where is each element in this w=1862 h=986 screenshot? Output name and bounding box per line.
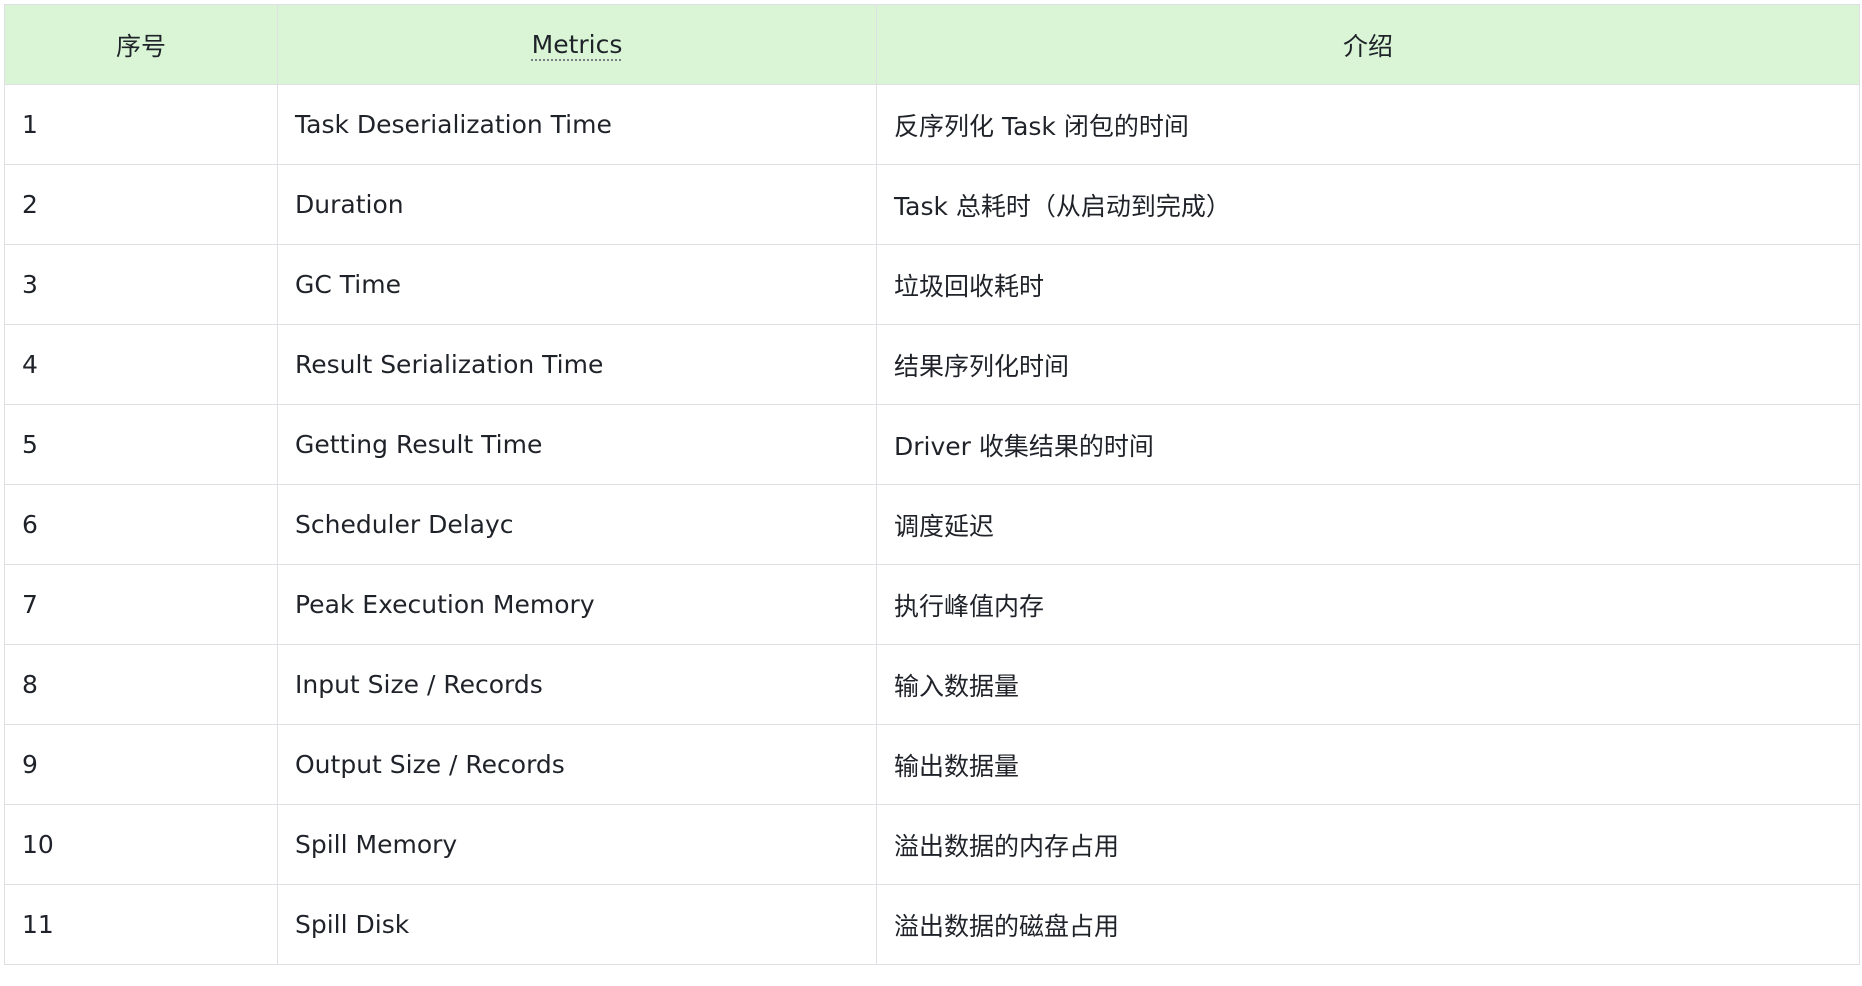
row-metric: Output Size / Records — [277, 724, 877, 805]
header-row: 序号 Metrics 介绍 — [4, 4, 1860, 85]
metrics-table: 序号 Metrics 介绍 1 Task Deserialization Tim… — [4, 4, 1860, 965]
row-description: 溢出数据的磁盘占用 — [876, 884, 1860, 965]
row-metric: Task Deserialization Time — [277, 84, 877, 165]
table-row: 1 Task Deserialization Time 反序列化 Task 闭包… — [4, 84, 1860, 165]
row-metric: Peak Execution Memory — [277, 564, 877, 645]
table-row: 2 Duration Task 总耗时（从启动到完成） — [4, 164, 1860, 245]
row-index: 9 — [4, 724, 278, 805]
row-index: 11 — [4, 884, 278, 965]
row-index: 2 — [4, 164, 278, 245]
row-description: 结果序列化时间 — [876, 324, 1860, 405]
row-index: 8 — [4, 644, 278, 725]
row-metric: Spill Disk — [277, 884, 877, 965]
table-row: 11 Spill Disk 溢出数据的磁盘占用 — [4, 884, 1860, 965]
row-metric: GC Time — [277, 244, 877, 325]
row-metric: Duration — [277, 164, 877, 245]
row-description: 输出数据量 — [876, 724, 1860, 805]
table-header: 序号 Metrics 介绍 — [4, 4, 1860, 85]
table-row: 10 Spill Memory 溢出数据的内存占用 — [4, 804, 1860, 885]
row-description: Task 总耗时（从启动到完成） — [876, 164, 1860, 245]
row-metric: Getting Result Time — [277, 404, 877, 485]
row-index: 3 — [4, 244, 278, 325]
row-description: 调度延迟 — [876, 484, 1860, 565]
row-metric: Spill Memory — [277, 804, 877, 885]
table-row: 8 Input Size / Records 输入数据量 — [4, 644, 1860, 725]
row-description: 溢出数据的内存占用 — [876, 804, 1860, 885]
header-description: 介绍 — [876, 4, 1860, 85]
header-metrics-label: Metrics — [531, 30, 623, 59]
row-index: 1 — [4, 84, 278, 165]
table-row: 9 Output Size / Records 输出数据量 — [4, 724, 1860, 805]
row-index: 6 — [4, 484, 278, 565]
row-description: 垃圾回收耗时 — [876, 244, 1860, 325]
table-row: 3 GC Time 垃圾回收耗时 — [4, 244, 1860, 325]
row-index: 10 — [4, 804, 278, 885]
row-metric: Scheduler Delayc — [277, 484, 877, 565]
row-metric: Input Size / Records — [277, 644, 877, 725]
table-row: 6 Scheduler Delayc 调度延迟 — [4, 484, 1860, 565]
row-index: 4 — [4, 324, 278, 405]
table-row: 7 Peak Execution Memory 执行峰值内存 — [4, 564, 1860, 645]
row-metric: Result Serialization Time — [277, 324, 877, 405]
row-index: 7 — [4, 564, 278, 645]
header-index: 序号 — [4, 4, 278, 85]
row-description: 执行峰值内存 — [876, 564, 1860, 645]
metrics-table-container: 序号 Metrics 介绍 1 Task Deserialization Tim… — [4, 4, 1860, 965]
table-row: 5 Getting Result Time Driver 收集结果的时间 — [4, 404, 1860, 485]
table-body: 1 Task Deserialization Time 反序列化 Task 闭包… — [4, 84, 1860, 965]
row-description: 输入数据量 — [876, 644, 1860, 725]
header-metrics: Metrics — [277, 4, 877, 85]
row-description: Driver 收集结果的时间 — [876, 404, 1860, 485]
row-description: 反序列化 Task 闭包的时间 — [876, 84, 1860, 165]
row-index: 5 — [4, 404, 278, 485]
table-row: 4 Result Serialization Time 结果序列化时间 — [4, 324, 1860, 405]
